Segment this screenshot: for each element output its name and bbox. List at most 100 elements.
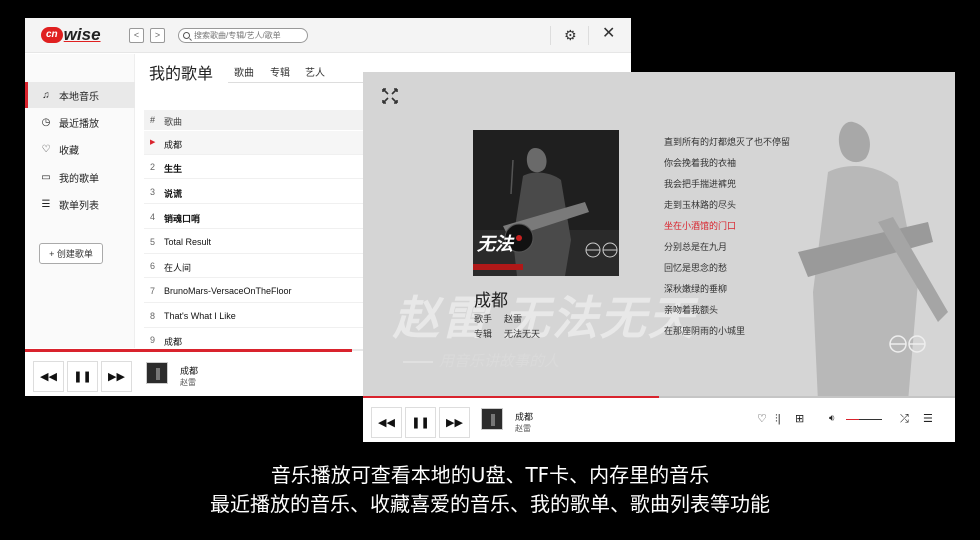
search-input[interactable] xyxy=(194,31,299,40)
heart-icon[interactable]: ♡ xyxy=(757,413,767,425)
playlist-icon: ▭ xyxy=(41,171,51,183)
forward-button[interactable]: > xyxy=(150,28,165,43)
song-name: BrunoMars-VersaceOnTheFloor xyxy=(164,286,292,296)
sidebar: ♫ 本地音乐 ◷ 最近播放 ♡ 收藏 ▭ 我的歌单 ☰ 歌单列表 + 创建歌单 xyxy=(25,54,135,348)
now-playing-thumbnail[interactable] xyxy=(481,408,503,430)
next-icon: ▶▶ xyxy=(446,417,463,429)
song-name: 销魂口哨 xyxy=(164,214,201,224)
tab-underline xyxy=(228,82,373,83)
singer-label: 歌手 xyxy=(474,314,493,324)
lyric-line: 亲吻着我额头 xyxy=(664,305,719,315)
pause-button[interactable]: ❚❚ xyxy=(67,361,98,392)
lyric-line: 我会把手揣进裤兜 xyxy=(664,179,737,189)
list-icon: ☰ xyxy=(41,198,51,210)
song-name: 说谎 xyxy=(164,189,183,199)
shuffle-icon[interactable]: ⤮ xyxy=(900,413,909,425)
divider xyxy=(588,26,589,45)
lyric-line: 走到玉林路的尽头 xyxy=(664,200,737,210)
app-logo: cn wise xyxy=(41,25,101,44)
song-title: 成都 xyxy=(474,291,508,310)
album-cover: 无法 xyxy=(473,130,619,276)
lyric-line: 回忆是思念的愁 xyxy=(664,263,728,273)
now-playing-title: 成都 xyxy=(515,412,534,422)
tab-artists[interactable]: 艺人 xyxy=(305,64,325,79)
background-artist-image xyxy=(758,82,955,402)
divider xyxy=(550,26,551,45)
next-button[interactable]: ▶▶ xyxy=(101,361,132,392)
track-number: 4 xyxy=(150,212,156,222)
now-playing-title: 成都 xyxy=(180,366,199,376)
page-title: 我的歌单 xyxy=(149,66,214,83)
logo-badge: cn xyxy=(41,27,63,43)
logo-text: wise xyxy=(63,25,101,44)
pause-icon: ❚❚ xyxy=(411,417,430,429)
equalizer-icon[interactable]: ⫶| xyxy=(775,413,781,425)
track-number: 9 xyxy=(150,335,156,345)
close-icon[interactable]: ✕ xyxy=(602,26,615,42)
lyric-line: 深秋嫩绿的垂柳 xyxy=(664,284,728,294)
pause-button[interactable]: ❚❚ xyxy=(405,407,436,438)
now-playing-thumbnail[interactable] xyxy=(146,362,168,384)
volume-fill xyxy=(846,419,859,420)
song-name: 在人间 xyxy=(164,263,192,273)
sidebar-item-local-music[interactable]: ♫ 本地音乐 xyxy=(25,82,135,108)
caption-line-1: 音乐播放可查看本地的U盘、TF卡、内存里的音乐 xyxy=(270,463,710,487)
album-art-text: 无法 xyxy=(477,234,513,254)
next-icon: ▶▶ xyxy=(108,371,125,383)
previous-button[interactable]: ◀◀ xyxy=(33,361,64,392)
track-number: 7 xyxy=(150,286,156,296)
previous-icon: ◀◀ xyxy=(40,371,57,383)
lyric-line: 分别总是在九月 xyxy=(664,242,728,252)
volume-track[interactable] xyxy=(858,419,882,420)
gear-icon[interactable]: ⚙ xyxy=(564,28,577,42)
song-name: 成都 xyxy=(164,140,183,150)
album-label: 专辑 xyxy=(474,329,493,339)
singer-value[interactable]: 赵雷 xyxy=(504,314,522,324)
track-number: 6 xyxy=(150,261,156,271)
sidebar-item-label: 我的歌单 xyxy=(59,173,99,185)
sidebar-item-my-playlists[interactable]: ▭ 我的歌单 xyxy=(25,164,135,190)
tab-albums[interactable]: 专辑 xyxy=(270,64,290,79)
lyric-line: 在那座阴雨的小城里 xyxy=(664,326,746,336)
previous-icon: ◀◀ xyxy=(378,417,395,429)
search-icon xyxy=(183,32,190,39)
next-button[interactable]: ▶▶ xyxy=(439,407,470,438)
lyric-line: 你会挽着我的衣袖 xyxy=(664,158,737,168)
now-playing-artist: 赵雷 xyxy=(515,424,531,433)
grid-icon[interactable]: ⊞ xyxy=(795,413,804,425)
tab-songs[interactable]: 歌曲 xyxy=(234,64,254,79)
sidebar-item-label: 本地音乐 xyxy=(59,91,99,103)
stage: cn wise < > ⚙ ✕ ♫ 本地音乐 ◷ 最近播放 xyxy=(0,0,980,540)
lyric-line-current: 坐在小酒馆的门口 xyxy=(664,221,737,231)
album-row: 专辑 无法无天 xyxy=(474,327,540,340)
clock-icon: ◷ xyxy=(41,116,51,128)
decorative-circles-icon xyxy=(889,335,926,353)
now-playing-window: 赵雷 无法无天 用音乐讲故事的人 无法 成都 歌手 赵雷 专辑 无法无天 直到所… xyxy=(363,72,955,442)
track-number: 2 xyxy=(150,162,156,172)
back-button[interactable]: < xyxy=(129,28,144,43)
column-header-song: 歌曲 xyxy=(164,117,183,127)
background-subtitle-text: 用音乐讲故事的人 xyxy=(403,350,559,371)
lyric-line: 直到所有的灯都熄灭了也不停留 xyxy=(664,137,791,147)
search-box[interactable] xyxy=(178,28,308,43)
volume-icon[interactable]: 🔉︎ xyxy=(829,413,835,425)
album-value[interactable]: 无法无天 xyxy=(504,329,540,339)
sidebar-item-playlist-list[interactable]: ☰ 歌单列表 xyxy=(25,191,135,217)
singer-row: 歌手 赵雷 xyxy=(474,312,522,325)
pause-icon: ❚❚ xyxy=(73,371,92,383)
collapse-icon[interactable] xyxy=(382,88,398,104)
title-bar: cn wise < > ⚙ ✕ xyxy=(25,18,631,53)
create-playlist-button[interactable]: + 创建歌单 xyxy=(39,243,103,264)
background-title-text: 赵雷 无法无天 xyxy=(393,292,696,344)
music-note-icon: ♫ xyxy=(42,89,50,101)
sidebar-item-favorites[interactable]: ♡ 收藏 xyxy=(25,136,135,162)
sidebar-item-recent[interactable]: ◷ 最近播放 xyxy=(25,109,135,135)
sidebar-item-label: 收藏 xyxy=(59,145,79,157)
playing-indicator-icon: ▶ xyxy=(150,139,156,146)
track-number: 8 xyxy=(150,311,156,321)
heart-icon: ♡ xyxy=(41,143,51,155)
previous-button[interactable]: ◀◀ xyxy=(371,407,402,438)
song-name: That's What I Like xyxy=(164,311,236,321)
playlist-icon[interactable]: ☰ xyxy=(923,413,933,425)
track-number: 5 xyxy=(150,237,156,247)
